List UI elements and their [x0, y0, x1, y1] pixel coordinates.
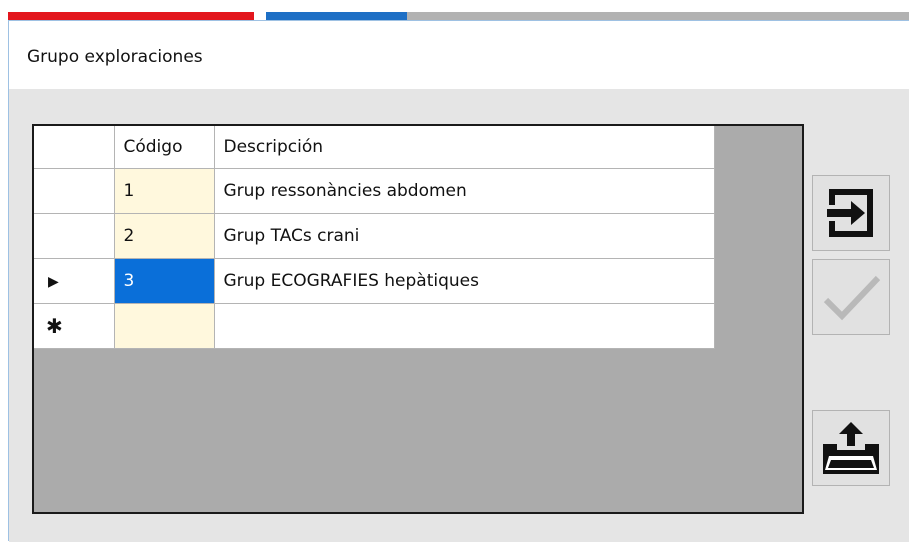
exit-button[interactable]	[812, 175, 890, 251]
row-header[interactable]: ✱	[34, 303, 115, 349]
row-header[interactable]: ▶	[34, 258, 115, 304]
code-cell-selected[interactable]: 3	[114, 258, 215, 304]
column-header-descripcion[interactable]: Descripción	[214, 126, 715, 169]
title-bar: Grupo exploraciones	[9, 21, 909, 89]
row-header[interactable]	[34, 168, 115, 214]
description-cell[interactable]: Grup ECOGRAFIES hepàtiques	[214, 258, 715, 304]
red-stripe	[8, 12, 254, 20]
table-row[interactable]: 2 Grup TACs crani	[34, 213, 715, 259]
row-header-corner[interactable]	[34, 126, 115, 169]
accept-button[interactable]	[812, 259, 890, 335]
description-cell[interactable]: Grup ressonàncies abdomen	[214, 168, 715, 214]
table-row-selected[interactable]: ▶ 3 Grup ECOGRAFIES hepàtiques	[34, 258, 715, 304]
checkmark-icon	[823, 275, 881, 321]
row-header[interactable]	[34, 213, 115, 259]
gray-stripe	[407, 12, 909, 20]
upload-folder-icon	[823, 422, 879, 474]
code-cell[interactable]: 2	[114, 213, 215, 259]
new-row[interactable]: ✱	[34, 303, 715, 349]
brand-stripes	[0, 0, 909, 22]
current-row-marker-icon: ▶	[48, 273, 59, 290]
description-cell[interactable]: Grup TACs crani	[214, 213, 715, 259]
table-row[interactable]: 1 Grup ressonàncies abdomen	[34, 168, 715, 214]
exit-arrow-icon	[827, 189, 873, 237]
column-header-codigo[interactable]: Código	[114, 126, 215, 169]
dialog-window: Grupo exploraciones Código Descripción 1…	[8, 20, 909, 542]
blue-stripe	[266, 12, 407, 20]
code-cell-new[interactable]	[114, 303, 215, 349]
data-grid[interactable]: Código Descripción 1 Grup ressonàncies a…	[32, 124, 804, 514]
new-row-marker-icon: ✱	[46, 313, 63, 338]
code-cell[interactable]: 1	[114, 168, 215, 214]
window-title: Grupo exploraciones	[27, 47, 203, 67]
description-cell-new[interactable]	[214, 303, 715, 349]
upload-button[interactable]	[812, 410, 890, 486]
grid-header-row: Código Descripción	[34, 126, 715, 169]
